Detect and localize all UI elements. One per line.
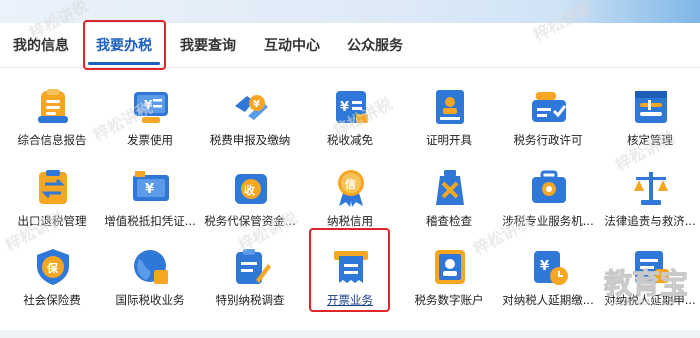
service-label: 税收减免 <box>327 133 373 147</box>
certificate-icon <box>429 86 471 128</box>
custody-funds-icon: 收 <box>230 167 272 209</box>
bottom-strip <box>0 330 700 338</box>
service-vat-deduction[interactable]: ¥ 增值税抵扣凭证... <box>100 161 200 239</box>
service-certificate[interactable]: 证明开具 <box>399 80 499 158</box>
assessment-icon <box>630 86 672 128</box>
active-tab-indicator <box>88 62 160 65</box>
service-comprehensive-report[interactable]: 综合信息报告 <box>2 80 102 158</box>
service-assessment[interactable]: 核定管理 <box>600 80 700 158</box>
tab-query[interactable]: 我要查询 <box>180 35 236 55</box>
service-social-insurance[interactable]: 保 社会保险费 <box>2 240 102 318</box>
service-label: 社会保险费 <box>23 293 81 307</box>
legal-scale-icon <box>630 167 672 209</box>
service-tax-declaration[interactable]: ¥ 税费申报及缴纳 <box>200 80 300 158</box>
service-label: 综合信息报告 <box>17 133 87 147</box>
service-label: 税务数字账户 <box>414 293 484 307</box>
digital-account-icon <box>429 246 471 288</box>
report-icon <box>32 86 74 128</box>
social-insurance-icon: 保 <box>32 246 74 288</box>
tax-relief-icon: ¥ <box>330 86 372 128</box>
tax-payment-icon: ¥ <box>230 86 272 128</box>
service-digital-account[interactable]: 税务数字账户 <box>399 240 499 318</box>
service-admin-permit[interactable]: 税务行政许可 <box>498 80 598 158</box>
deferral-icon: ¥ <box>528 246 570 288</box>
export-refund-icon <box>32 167 74 209</box>
invoicing-icon <box>330 246 372 288</box>
service-label: 开票业务 <box>327 293 373 307</box>
service-label: 税务行政许可 <box>513 133 583 147</box>
service-label: 特别纳税调查 <box>215 293 285 307</box>
tab-public-service[interactable]: 公众服务 <box>347 35 403 55</box>
top-banner <box>0 0 700 23</box>
svg-text:¥: ¥ <box>253 99 260 110</box>
service-label: 国际税收业务 <box>115 293 185 307</box>
service-professional[interactable]: 涉税专业服务机... <box>498 161 598 239</box>
service-label: 证明开具 <box>426 133 472 147</box>
service-label: 稽查检查 <box>426 214 472 228</box>
invoice-icon: ¥ <box>130 86 172 128</box>
service-label: 核定管理 <box>627 133 673 147</box>
professional-service-icon <box>528 167 570 209</box>
service-label: 增值税抵扣凭证... <box>104 214 196 228</box>
service-label: 纳税信用 <box>327 214 373 228</box>
vat-deduction-icon: ¥ <box>130 167 172 209</box>
svg-text:¥: ¥ <box>340 100 349 115</box>
service-export-refund[interactable]: 出口退税管理 <box>2 161 102 239</box>
svg-text:¥: ¥ <box>145 182 154 197</box>
svg-text:保: 保 <box>46 261 59 275</box>
service-label: 税费申报及缴纳 <box>209 133 291 147</box>
service-label: 法律追责与救济... <box>604 214 696 228</box>
svg-text:¥: ¥ <box>144 98 153 112</box>
svg-text:收: 收 <box>244 183 255 197</box>
service-legal[interactable]: 法律追责与救济... <box>600 161 700 239</box>
service-label: 对纳税人延期缴... <box>502 293 594 307</box>
service-custody-funds[interactable]: 收 税务代保管资金... <box>200 161 300 239</box>
service-label: 出口退税管理 <box>17 214 87 228</box>
service-invoicing[interactable]: 开票业务 <box>300 240 400 318</box>
service-tax-credit[interactable]: 信 纳税信用 <box>300 161 400 239</box>
svg-text:信: 信 <box>345 177 356 191</box>
admin-permit-icon <box>528 86 570 128</box>
service-deferral-payment[interactable]: ¥ 对纳税人延期缴... <box>498 240 598 318</box>
svg-text:¥: ¥ <box>540 259 549 274</box>
service-special-investigation[interactable]: 特别纳税调查 <box>200 240 300 318</box>
tab-interaction-center[interactable]: 互动中心 <box>264 35 320 55</box>
service-deferral-declaration[interactable]: 对纳税人延期申... <box>600 240 700 318</box>
special-investigation-icon <box>230 246 272 288</box>
tab-my-info[interactable]: 我的信息 <box>13 35 69 55</box>
inspection-icon <box>429 167 471 209</box>
deferral-declare-icon <box>630 246 672 288</box>
international-tax-icon <box>130 246 172 288</box>
service-label: 税务代保管资金... <box>204 214 296 228</box>
tab-handle-tax[interactable]: 我要办税 <box>96 35 152 55</box>
service-tax-relief[interactable]: ¥ 税收减免 <box>300 80 400 158</box>
service-label: 对纳税人延期申... <box>604 293 696 307</box>
service-label: 发票使用 <box>127 133 173 147</box>
service-label: 涉税专业服务机... <box>502 214 594 228</box>
service-invoice-use[interactable]: ¥ 发票使用 <box>100 80 200 158</box>
service-international-tax[interactable]: 国际税收业务 <box>100 240 200 318</box>
tax-credit-icon: 信 <box>330 167 372 209</box>
service-inspection[interactable]: 稽查检查 <box>399 161 499 239</box>
